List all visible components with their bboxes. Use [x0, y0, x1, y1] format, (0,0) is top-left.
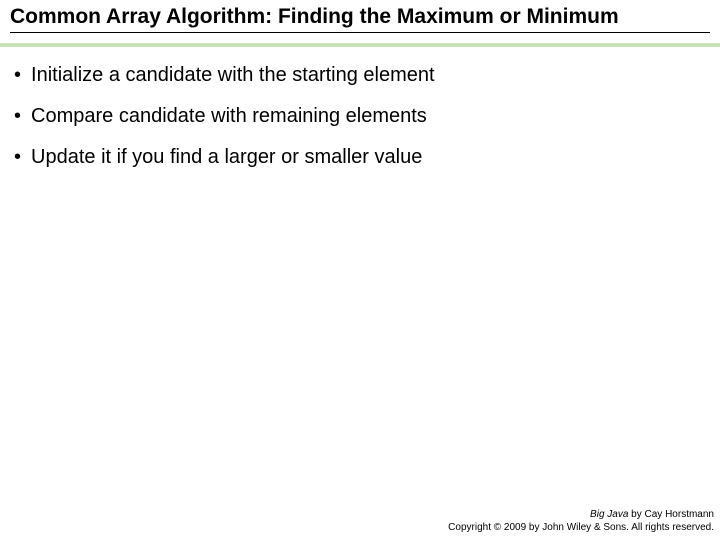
- bullet-icon: •: [14, 63, 21, 87]
- footer-byline: by Cay Horstmann: [628, 509, 714, 520]
- list-item: • Initialize a candidate with the starti…: [14, 63, 706, 88]
- bullet-text: Initialize a candidate with the starting…: [31, 63, 435, 88]
- bullet-text: Update it if you find a larger or smalle…: [31, 145, 422, 170]
- slide-title: Common Array Algorithm: Finding the Maxi…: [10, 4, 710, 30]
- slide: Common Array Algorithm: Finding the Maxi…: [0, 0, 720, 540]
- title-block: Common Array Algorithm: Finding the Maxi…: [0, 0, 720, 30]
- title-underline: [10, 32, 710, 33]
- bullet-icon: •: [14, 145, 21, 169]
- bullet-icon: •: [14, 104, 21, 128]
- footer-book-title: Big Java: [590, 509, 628, 520]
- list-item: • Update it if you find a larger or smal…: [14, 145, 706, 170]
- footer-line-1: Big Java by Cay Horstmann: [448, 508, 714, 521]
- footer-copyright: Copyright © 2009 by John Wiley & Sons. A…: [448, 521, 714, 534]
- list-item: • Compare candidate with remaining eleme…: [14, 104, 706, 129]
- title-underline-wrap: [0, 32, 720, 33]
- footer: Big Java by Cay Horstmann Copyright © 20…: [448, 508, 714, 534]
- bullet-text: Compare candidate with remaining element…: [31, 104, 427, 129]
- content-area: • Initialize a candidate with the starti…: [0, 47, 720, 170]
